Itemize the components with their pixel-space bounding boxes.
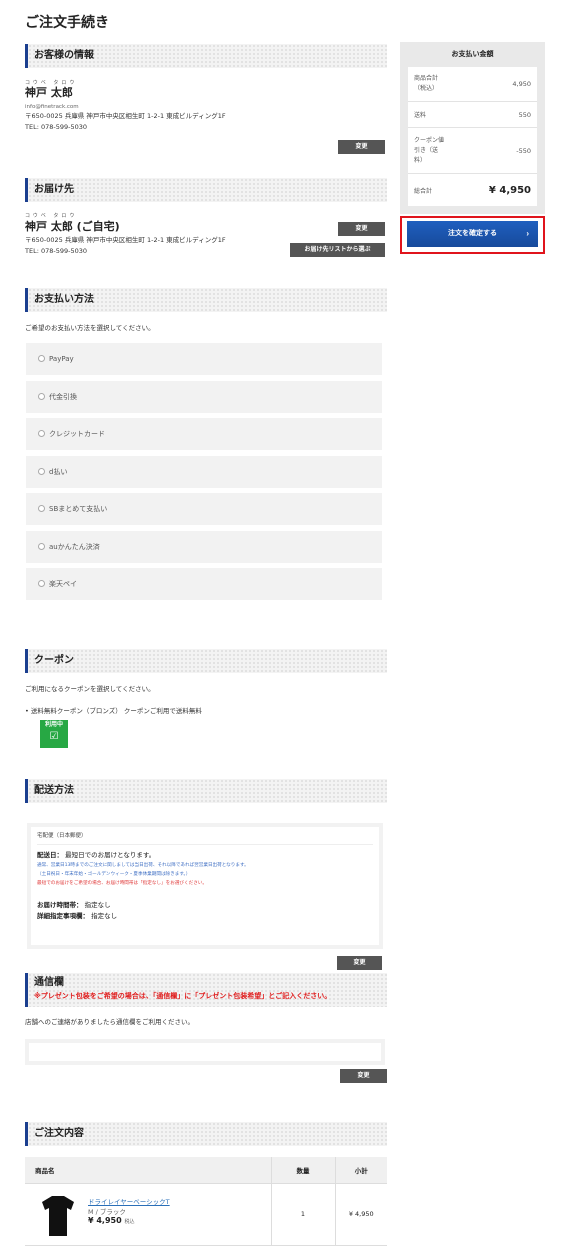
summary-row-items: 商品合計 （税込） 4,950	[408, 67, 537, 102]
order-area: 商品名 数量 小計 ドライレイヤーベーシックT M / ブラック ¥ 4,950…	[25, 1146, 387, 1248]
summary-row-coupon: クーポン値 引き（送 料） -550	[408, 128, 537, 174]
section-payment-heading: お支払い方法	[25, 288, 387, 312]
radio-icon[interactable]	[38, 504, 45, 512]
shipping-note-blue-2: （土日祝日・年末年始・ゴールデンウィーク・夏季休業期間は除きます。）	[37, 872, 191, 877]
product-subtotal: ¥ 4,950	[334, 1183, 387, 1246]
coupon-item[interactable]: • 送料無料クーポン（ブロンズ） クーポンご利用で送料無料	[25, 706, 202, 717]
customer-info: コウベ タロウ 神戸 太郎 info@finetrack.com 〒650-00…	[25, 68, 387, 178]
coupon-area: ご利用になるクーポンを選択してください。 • 送料無料クーポン（ブロンズ） クー…	[25, 673, 387, 779]
payment-instruction: ご希望のお支払い方法を選択してください。	[25, 324, 155, 332]
coupon-active-badge: 利用中 ☑	[40, 720, 68, 748]
product-price: ¥ 4,950 税込	[88, 1215, 135, 1225]
order-table-header: 商品名 数量 小計	[25, 1157, 387, 1184]
product-tshirt-icon	[42, 1195, 74, 1236]
payment-option-au[interactable]: auかんたん決済	[26, 531, 382, 563]
summary-panel: 商品合計 （税込） 4,950 送料 550 クーポン値 引き（送 料） -55…	[408, 67, 537, 206]
customer-tel: TEL: 078-599-5030	[25, 123, 88, 131]
product-variant: M / ブラック	[88, 1207, 126, 1216]
payment-option-rakuten[interactable]: 楽天ペイ	[26, 568, 382, 600]
delivery-name: 神戸 太郎 (ご自宅)	[25, 220, 120, 233]
section-delivery-heading: お届け先	[25, 178, 387, 202]
payment-option-dpay[interactable]: d払い	[26, 456, 382, 488]
comm-textarea[interactable]	[29, 1043, 381, 1061]
radio-icon[interactable]	[38, 354, 45, 362]
comm-change-button[interactable]: 変更	[340, 1069, 387, 1083]
comm-textarea-box	[25, 1039, 385, 1065]
comm-area: 店舗へのご連絡がありましたら通信欄をご利用ください。 変更	[25, 1007, 387, 1129]
comm-instruction: 店舗へのご連絡がありましたら通信欄をご利用ください。	[25, 1018, 194, 1026]
product-qty: 1	[270, 1183, 335, 1246]
shipping-change-button[interactable]: 変更	[337, 956, 382, 970]
section-order-heading: ご注文内容	[25, 1122, 387, 1146]
payment-option-cod[interactable]: 代金引換	[26, 381, 382, 413]
radio-icon[interactable]	[38, 579, 45, 587]
shipping-method: 宅配便（日本郵便）	[37, 831, 373, 845]
shipping-inner: 宅配便（日本郵便） 配送日： 最短日でのお届けとなります。 通常、営業日13時ま…	[31, 827, 379, 945]
radio-icon[interactable]	[38, 542, 45, 550]
delivery-address: 〒650-0025 兵庫県 神戸市中央区相生町 1-2-1 東成ビルディング1F	[25, 236, 226, 244]
section-customer-heading: お客様の情報	[25, 44, 387, 68]
delivery-change-button[interactable]: 変更	[338, 222, 385, 236]
radio-icon[interactable]	[38, 392, 45, 400]
section-comm-heading: 通信欄 ※プレゼント包装をご希望の場合は、「通信欄」に「プレゼント包装希望」とご…	[25, 973, 387, 1007]
customer-change-button[interactable]: 変更	[338, 140, 385, 154]
shipping-date: 配送日： 最短日でのお届けとなります。	[37, 851, 156, 859]
summary-total-value: ¥ 4,950	[488, 184, 531, 196]
section-coupon-heading: クーポン	[25, 649, 387, 673]
main-content: お客様の情報 コウベ タロウ 神戸 太郎 info@finetrack.com …	[25, 44, 387, 1248]
summary-row-shipping: 送料 550	[408, 102, 537, 128]
shipping-note-red: 最短でのお届けをご希望の場合、お届け時間帯は「指定なし」をお選びください。	[37, 881, 207, 886]
payment-option-paypay[interactable]: PayPay	[26, 343, 382, 375]
confirm-highlight: 注文を確定する ›	[400, 216, 545, 254]
shipping-note-blue-1: 通常、営業日13時までのご注文に関しましては当日出荷、それ以降であれば翌営業日出…	[37, 863, 249, 868]
confirm-order-button[interactable]: 注文を確定する ›	[407, 221, 538, 247]
order-table: 商品名 数量 小計 ドライレイヤーベーシックT M / ブラック ¥ 4,950…	[25, 1157, 387, 1246]
payment-options: ご希望のお支払い方法を選択してください。 PayPay 代金引換 クレジットカー…	[25, 312, 387, 649]
comm-gift-note: ※プレゼント包装をご希望の場合は、「通信欄」に「プレゼント包装希望」とご記入くだ…	[34, 992, 332, 1000]
shipping-box: 宅配便（日本郵便） 配送日： 最短日でのお届けとなります。 通常、営業日13時ま…	[27, 823, 383, 949]
shipping-detail: 詳細指定事項欄： 指定なし	[37, 912, 118, 920]
customer-name: 神戸 太郎	[25, 86, 73, 99]
payment-summary: お支払い金額 商品合計 （税込） 4,950 送料 550 クーポン値 引き（送…	[400, 42, 545, 214]
delivery-list-button[interactable]: お届け先リストから選ぶ	[290, 243, 385, 257]
delivery-info: コウベ タロウ 神戸 太郎 (ご自宅) 〒650-0025 兵庫県 神戸市中央区…	[25, 202, 387, 288]
table-row: ドライレイヤーベーシックT M / ブラック ¥ 4,950 税込 1 ¥ 4,…	[25, 1183, 387, 1246]
payment-option-credit[interactable]: クレジットカード	[26, 418, 382, 450]
section-shipping-heading: 配送方法	[25, 779, 387, 803]
radio-icon[interactable]	[38, 429, 45, 437]
summary-row-total: 総合計 ¥ 4,950	[414, 184, 531, 196]
shipping-time: お届け時間帯： 指定なし	[37, 901, 111, 909]
payment-option-sb[interactable]: SBまとめて支払い	[26, 493, 382, 525]
delivery-tel: TEL: 078-599-5030	[25, 247, 88, 255]
product-name-link[interactable]: ドライレイヤーベーシックT	[88, 1196, 170, 1206]
col-qty: 数量	[270, 1157, 335, 1184]
col-subtotal: 小計	[334, 1157, 387, 1184]
coupon-instruction: ご利用になるクーポンを選択してください。	[25, 685, 155, 693]
delivery-ruby: コウベ タロウ	[25, 213, 78, 219]
summary-title: お支払い金額	[451, 50, 494, 58]
shipping-area: 宅配便（日本郵便） 配送日： 最短日でのお届けとなります。 通常、営業日13時ま…	[25, 803, 387, 973]
chevron-right-icon: ›	[526, 229, 529, 238]
col-product: 商品名	[25, 1157, 271, 1184]
customer-address: 〒650-0025 兵庫県 神戸市中央区相生町 1-2-1 東成ビルディング1F	[25, 112, 226, 120]
page-title: ご注文手続き	[25, 15, 109, 31]
coupon-badge-label: 利用中	[44, 721, 63, 728]
radio-icon[interactable]	[38, 467, 45, 475]
product-cell: ドライレイヤーベーシックT M / ブラック ¥ 4,950 税込	[25, 1183, 271, 1246]
check-icon: ☑	[49, 731, 59, 742]
customer-ruby: コウベ タロウ	[25, 80, 78, 86]
